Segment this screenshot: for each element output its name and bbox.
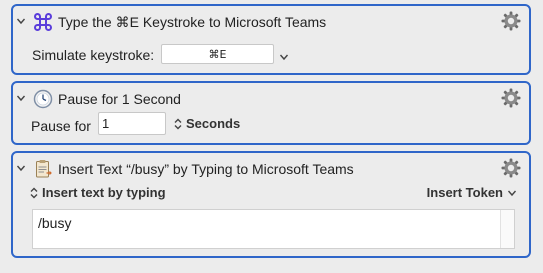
insert-mode-popup[interactable]: Insert text by typing bbox=[29, 185, 166, 200]
pause-duration-value: 1 bbox=[102, 116, 110, 131]
insert-mode-label: Insert text by typing bbox=[42, 185, 166, 200]
command-key-icon bbox=[33, 12, 53, 32]
text-area-scrollbar[interactable] bbox=[500, 210, 514, 248]
action-title-row: Insert Text “/busy” by Typing to Microso… bbox=[33, 158, 354, 180]
text-to-insert-value: /busy bbox=[38, 215, 72, 231]
gear-icon[interactable] bbox=[501, 88, 521, 108]
keystroke-field[interactable]: ⌘E bbox=[161, 44, 274, 64]
up-down-arrows-icon bbox=[173, 117, 183, 131]
time-unit-popup[interactable]: Seconds bbox=[173, 116, 240, 131]
chevron-down-icon[interactable] bbox=[16, 93, 26, 103]
action-type-keystroke[interactable]: Type the ⌘E Keystroke to Microsoft Teams… bbox=[11, 4, 531, 75]
chevron-down-icon[interactable] bbox=[16, 16, 26, 26]
action-title-row: Type the ⌘E Keystroke to Microsoft Teams bbox=[33, 11, 326, 33]
chevron-down-icon[interactable] bbox=[16, 163, 26, 173]
clipboard-text-icon bbox=[33, 159, 53, 179]
text-to-insert-area[interactable]: /busy bbox=[32, 209, 515, 249]
chevron-down-icon bbox=[507, 188, 517, 198]
pause-for-label: Pause for bbox=[31, 118, 91, 134]
action-insert-text[interactable]: Insert Text “/busy” by Typing to Microso… bbox=[11, 151, 531, 258]
action-title-row: Pause for 1 Second bbox=[33, 88, 181, 110]
action-title: Pause for 1 Second bbox=[58, 91, 181, 107]
action-title: Type the ⌘E Keystroke to Microsoft Teams bbox=[58, 13, 327, 30]
simulate-keystroke-label: Simulate keystroke: bbox=[32, 47, 155, 63]
clock-icon bbox=[33, 89, 53, 109]
pause-duration-input[interactable]: 1 bbox=[98, 112, 166, 135]
keystroke-options-chevron-icon[interactable] bbox=[279, 49, 289, 61]
keystroke-value: ⌘E bbox=[208, 47, 227, 61]
gear-icon[interactable] bbox=[501, 158, 521, 178]
action-pause[interactable]: Pause for 1 Second Pause for 1 Seconds bbox=[11, 81, 531, 145]
insert-token-menu[interactable]: Insert Token bbox=[427, 185, 517, 200]
gear-icon[interactable] bbox=[501, 11, 521, 31]
action-title: Insert Text “/busy” by Typing to Microso… bbox=[58, 161, 354, 177]
time-unit-label: Seconds bbox=[186, 116, 241, 131]
insert-token-label: Insert Token bbox=[426, 185, 503, 200]
up-down-arrows-icon bbox=[29, 186, 39, 200]
